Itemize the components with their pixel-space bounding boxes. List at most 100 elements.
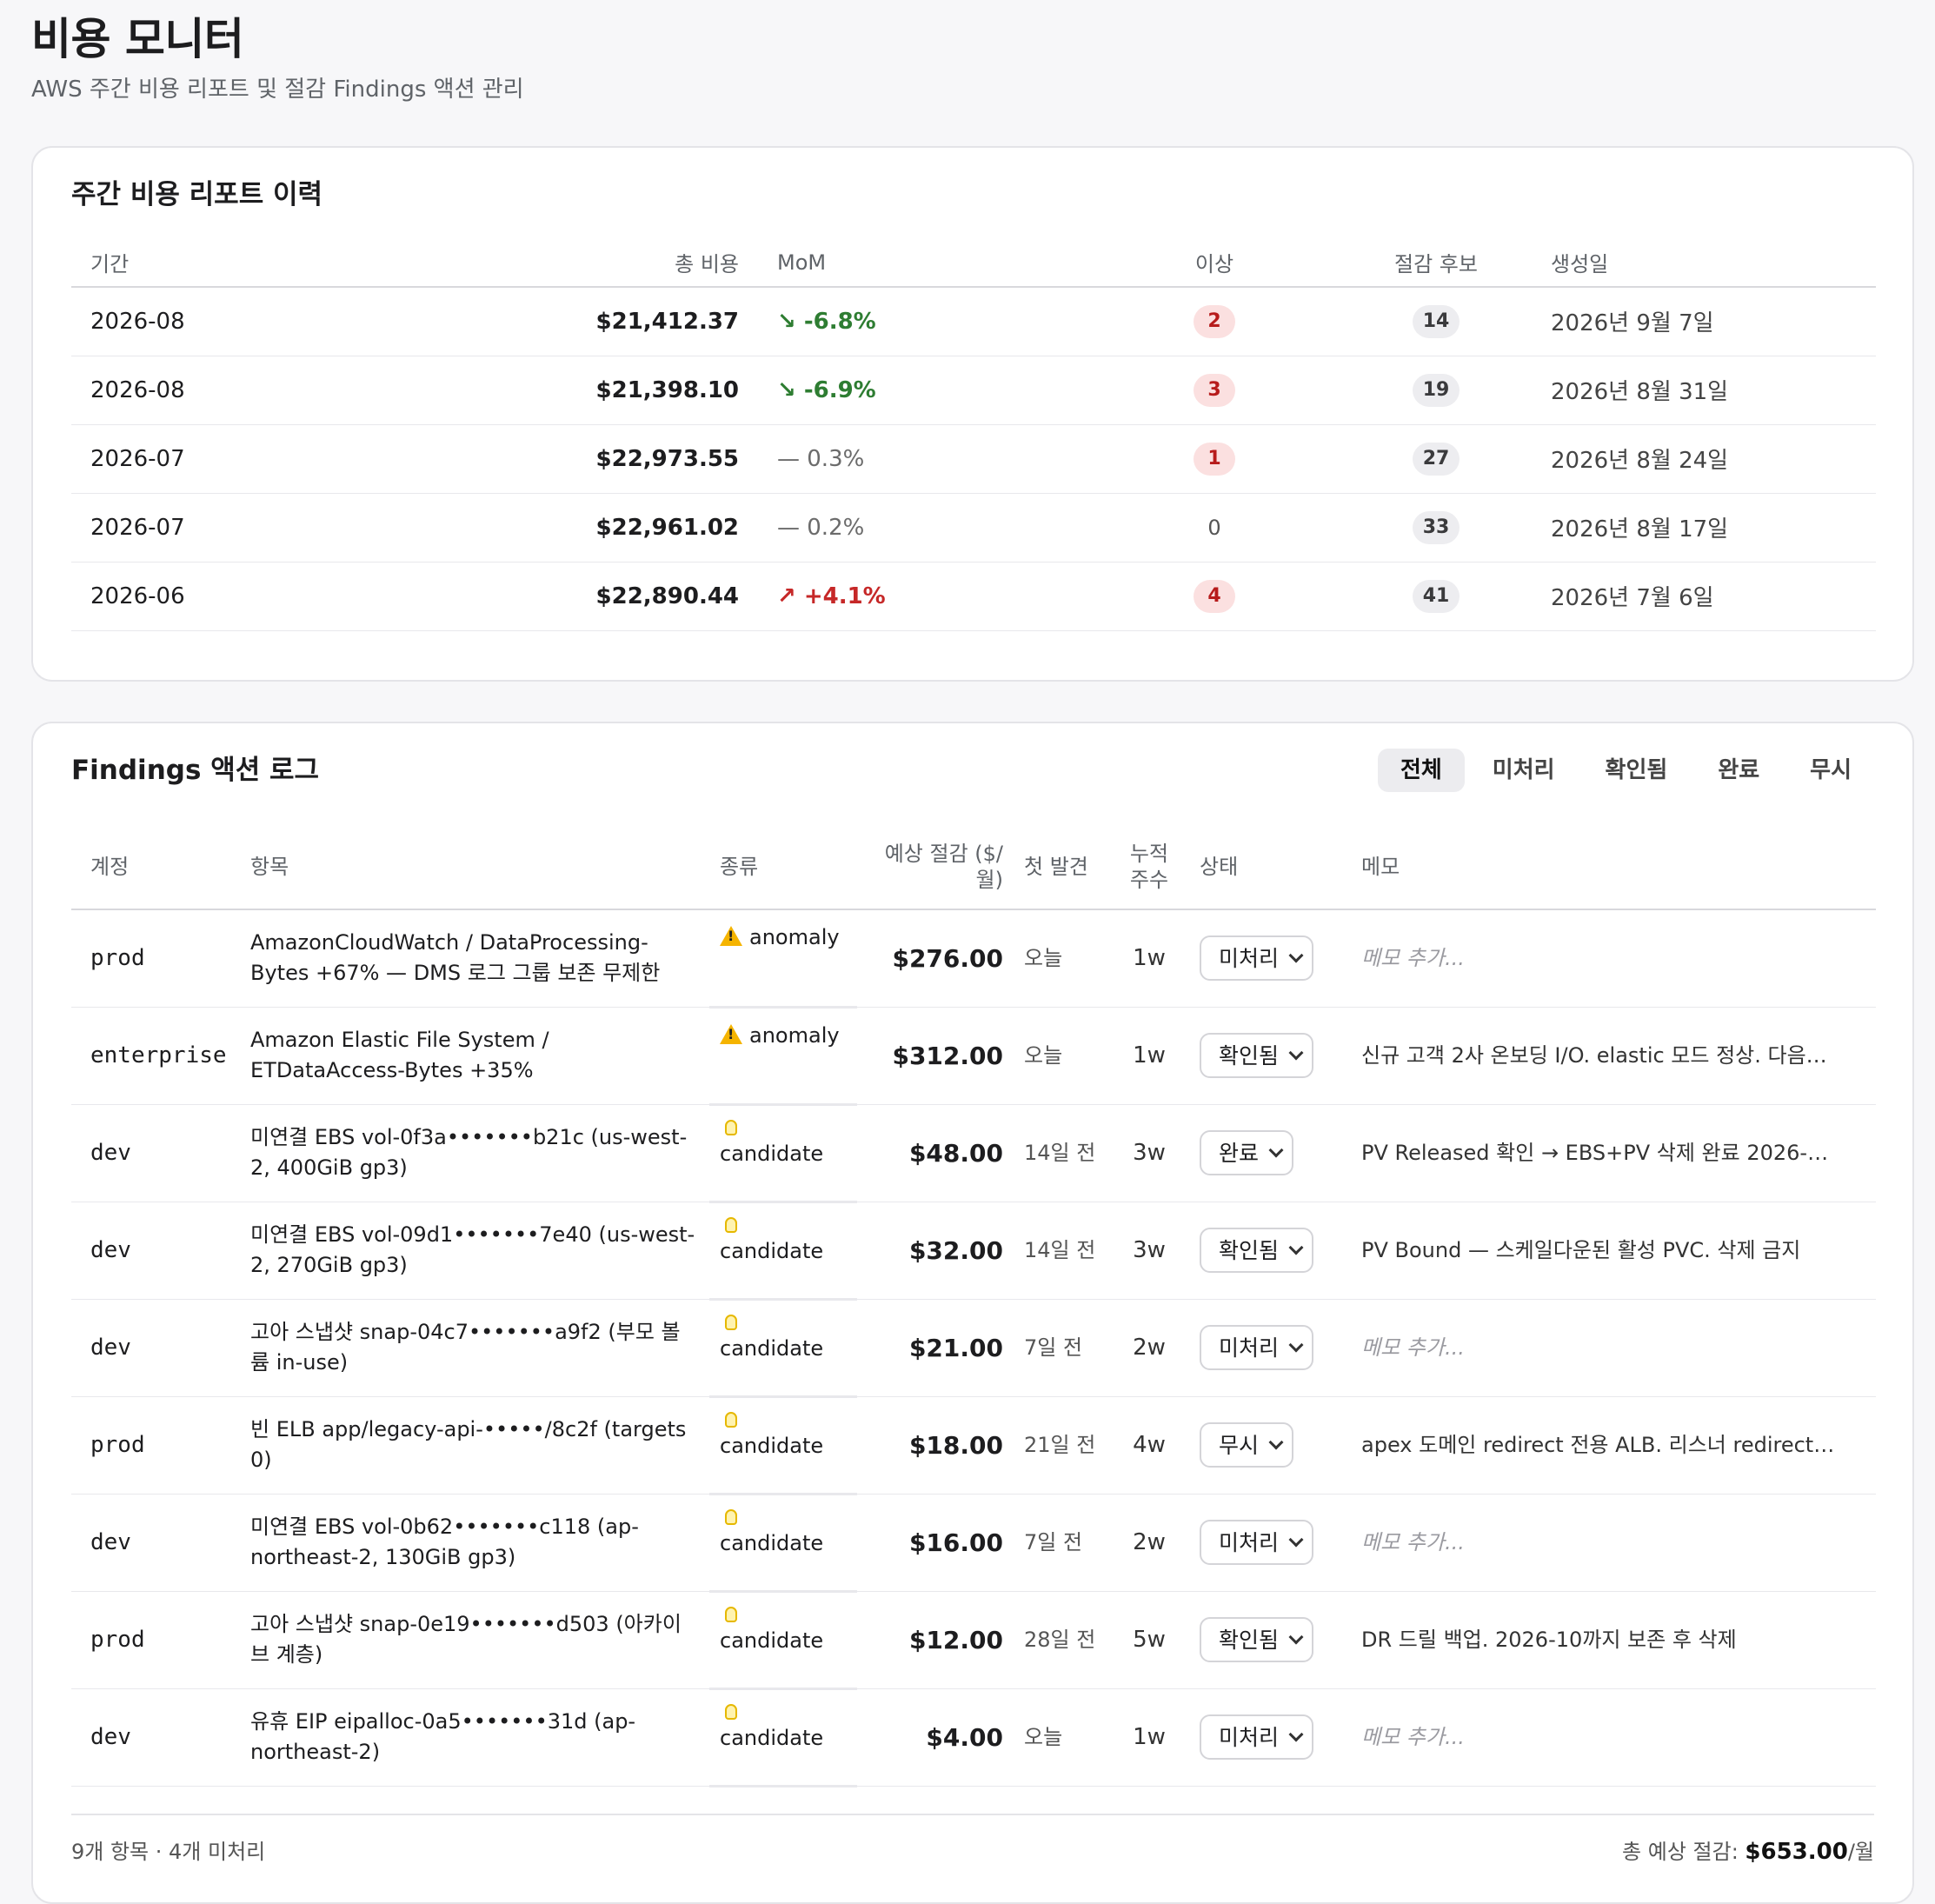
report-row[interactable]: 2026-07 $22,961.02 — 0.2% 0 33 2026년 8월 17일 — [71, 493, 1876, 563]
finding-kind: candidate — [720, 1335, 824, 1361]
finding-kind: candidate — [720, 1141, 824, 1166]
lightbulb-icon — [725, 1314, 737, 1330]
status-select-value: 미처리 — [1219, 1724, 1280, 1750]
memo-field[interactable]: DR 드릴 백업. 2026-10까지 보존 후 삭제 — [1351, 1591, 1876, 1689]
col-status[interactable]: 상태 — [1189, 824, 1351, 910]
report-row[interactable]: 2026-07 $22,973.55 — 0.3% 1 27 2026년 8월 24일 — [71, 424, 1876, 494]
status-select[interactable]: 무시 — [1200, 1422, 1294, 1468]
status-select[interactable]: 미처리 — [1200, 1520, 1314, 1565]
col-memo[interactable]: 메모 — [1351, 824, 1876, 910]
col-total[interactable]: 총 비용 — [271, 238, 758, 288]
report-period: 2026-06 — [71, 562, 271, 631]
col-account[interactable]: 계정 — [71, 824, 240, 910]
memo-field[interactable]: PV Released 확인 → EBS+PV 삭제 완료 2026-… — [1351, 1104, 1876, 1202]
col-mom[interactable]: MoM — [758, 238, 1088, 288]
finding-account: prod — [71, 1591, 240, 1689]
candidate-count-badge: 19 — [1412, 373, 1460, 407]
chevron-down-icon — [1288, 1337, 1304, 1353]
memo-field[interactable]: apex 도메인 redirect 전용 ALB. 리스너 redirect… — [1351, 1396, 1876, 1495]
finding-row: enterprise Amazon Elastic File System / E… — [71, 1007, 1876, 1106]
anomaly-count-badge: 4 — [1194, 579, 1235, 613]
finding-kind-cell: candidate — [709, 1396, 857, 1495]
finding-status-cell: 무시 — [1189, 1396, 1351, 1495]
memo-field[interactable]: 메모 추가... — [1351, 909, 1876, 1008]
status-select-value: 확인됨 — [1219, 1627, 1280, 1653]
weekly-report-card: 주간 비용 리포트 이력 기간 총 비용 MoM 이상 절감 후보 생성일 20… — [31, 146, 1914, 682]
finding-row: prod 빈 ELB app/legacy-api-•••••/8c2f (tar… — [71, 1396, 1876, 1495]
finding-kind-cell: candidate — [709, 1299, 857, 1398]
col-period[interactable]: 기간 — [71, 238, 271, 288]
status-select-value: 확인됨 — [1219, 1237, 1280, 1263]
finding-kind: candidate — [720, 1238, 824, 1263]
report-anomalies-cell: 2 — [1088, 287, 1340, 356]
finding-item: 유휴 EIP eipalloc-0a5•••••••31d (ap-northe… — [240, 1688, 709, 1787]
candidate-count-badge: 14 — [1412, 304, 1460, 338]
report-row[interactable]: 2026-08 $21,398.10 ↘ -6.9% 3 19 2026년 8월 31일 — [71, 356, 1876, 425]
lightbulb-icon — [725, 1119, 737, 1135]
report-row[interactable]: 2026-08 $21,412.37 ↘ -6.8% 2 14 2026년 9월 7일 — [71, 287, 1876, 356]
finding-account: dev — [71, 1299, 240, 1397]
report-created-date: 2026년 8월 17일 — [1532, 493, 1876, 563]
report-candidates-cell: 33 — [1340, 493, 1532, 563]
finding-kind-cell: candidate — [709, 1494, 857, 1593]
finding-saving: $16.00 — [857, 1494, 1014, 1592]
report-mom: — 0.3% — [777, 445, 865, 472]
col-anomalies[interactable]: 이상 — [1088, 238, 1340, 288]
status-select[interactable]: 미처리 — [1200, 1325, 1314, 1370]
total-savings: 총 예상 절감: $653.00/월 — [1622, 1834, 1874, 1865]
filter-done[interactable]: 완료 — [1695, 749, 1782, 792]
finding-kind: candidate — [720, 1433, 824, 1458]
finding-first-seen: 7일 전 — [1014, 1494, 1109, 1592]
status-select[interactable]: 확인됨 — [1200, 1228, 1314, 1273]
memo-field[interactable]: PV Bound — 스케일다운된 활성 PVC. 삭제 금지 — [1351, 1202, 1876, 1300]
finding-row: dev 미연결 EBS vol-0f3a•••••••b21c (us-west-… — [71, 1104, 1876, 1203]
col-candidates[interactable]: 절감 후보 — [1340, 238, 1532, 288]
col-item[interactable]: 항목 — [240, 824, 709, 910]
finding-account: dev — [71, 1494, 240, 1592]
total-savings-label: 총 예상 절감: — [1622, 1840, 1745, 1864]
report-mom-cell: ↘ -6.9% — [758, 356, 1088, 425]
finding-first-seen: 오늘 — [1014, 909, 1109, 1008]
finding-weeks: 5w — [1109, 1591, 1189, 1689]
status-select[interactable]: 확인됨 — [1200, 1033, 1314, 1078]
report-anomalies: 0 — [1207, 515, 1221, 540]
memo-field[interactable]: 메모 추가... — [1351, 1494, 1876, 1592]
report-candidates-cell: 14 — [1340, 287, 1532, 356]
status-select[interactable]: 완료 — [1200, 1130, 1294, 1175]
finding-item: 미연결 EBS vol-0b62•••••••c118 (ap-northeas… — [240, 1494, 709, 1592]
finding-status-cell: 완료 — [1189, 1104, 1351, 1202]
chevron-down-icon — [1288, 1727, 1304, 1742]
col-weeks[interactable]: 누적 주수 — [1109, 824, 1189, 910]
memo-field[interactable]: 메모 추가... — [1351, 1299, 1876, 1397]
col-first-seen[interactable]: 첫 발견 — [1014, 824, 1109, 910]
report-mom: ↗ +4.1% — [777, 583, 886, 609]
report-total: $21,412.37 — [271, 287, 758, 356]
finding-status-cell: 미처리 — [1189, 1688, 1351, 1787]
filter-unprocessed[interactable]: 미처리 — [1470, 749, 1578, 792]
finding-weeks: 2w — [1109, 1299, 1189, 1397]
col-created[interactable]: 생성일 — [1532, 238, 1876, 288]
finding-item: AmazonCloudWatch / DataProcessing-Bytes … — [240, 909, 709, 1008]
report-period: 2026-07 — [71, 493, 271, 563]
weekly-report-table: 기간 총 비용 MoM 이상 절감 후보 생성일 2026-08 $21,412.… — [71, 238, 1876, 631]
status-select[interactable]: 미처리 — [1200, 1714, 1314, 1760]
warning-icon — [720, 926, 742, 946]
filter-confirmed[interactable]: 확인됨 — [1583, 749, 1691, 792]
status-select[interactable]: 확인됨 — [1200, 1617, 1314, 1662]
col-kind[interactable]: 종류 — [709, 824, 857, 910]
total-savings-value: $653.00 — [1745, 1839, 1848, 1865]
col-saving[interactable]: 예상 절감 ($/월) — [857, 824, 1014, 910]
findings-title: Findings 액션 로그 — [71, 755, 320, 786]
report-row[interactable]: 2026-06 $22,890.44 ↗ +4.1% 4 41 2026년 7월 6일 — [71, 562, 1876, 631]
memo-field[interactable]: 메모 추가... — [1351, 1688, 1876, 1787]
findings-card: Findings 액션 로그 전체 미처리 확인됨 완료 무시 계정 항목 종류… — [31, 722, 1914, 1904]
chevron-down-icon — [1288, 1240, 1304, 1255]
findings-header: Findings 액션 로그 전체 미처리 확인됨 완료 무시 — [71, 746, 1874, 795]
finding-item: 고아 스냅샷 snap-0e19•••••••d503 (아카이브 계층) — [240, 1591, 709, 1689]
finding-kind-cell: candidate — [709, 1104, 857, 1203]
filter-all[interactable]: 전체 — [1377, 749, 1465, 792]
filter-ignored[interactable]: 무시 — [1787, 749, 1874, 792]
status-select[interactable]: 미처리 — [1200, 935, 1314, 982]
memo-field[interactable]: 신규 고객 2사 온보딩 I/O. elastic 모드 정상. 다음… — [1351, 1007, 1876, 1105]
report-mom-cell: ↗ +4.1% — [758, 562, 1088, 631]
